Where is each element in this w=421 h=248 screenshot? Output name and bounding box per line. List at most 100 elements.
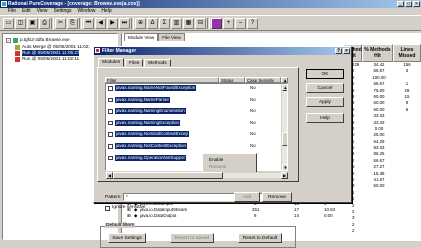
tab-files[interactable]: Files — [125, 59, 144, 67]
filter-list-hscrollbar[interactable]: ◀ ▶ — [105, 172, 288, 179]
help-button[interactable]: Help — [306, 113, 344, 123]
help-icon[interactable]: ? — [247, 17, 258, 29]
dialog-tabs: Modules Files Methods — [98, 58, 172, 67]
filter-case-sensitive: No — [250, 119, 256, 125]
pattern-label: Pattern: — [105, 195, 122, 200]
tab-file-view[interactable]: File View — [158, 33, 185, 41]
revert-to-saved-button[interactable]: Revert to Saved — [170, 233, 214, 243]
dialog-help-icon[interactable]: ? — [335, 48, 342, 54]
filter-enable-checkbox[interactable] — [108, 109, 113, 114]
copy-icon[interactable]: ⎘ — [67, 17, 78, 29]
menu-window[interactable]: Window — [78, 8, 96, 15]
filter-case-sensitive: No — [250, 108, 256, 114]
filter-enable-checkbox[interactable] — [108, 155, 113, 161]
scroll-right-icon[interactable]: ▶ — [281, 172, 288, 179]
filter-row[interactable]: javax.naming.NamingEnumeration No — [106, 108, 281, 115]
menu-item-enable[interactable]: Enable — [203, 156, 256, 163]
merge-icon — [15, 44, 20, 50]
menu-settings[interactable]: Settings — [53, 8, 71, 15]
table-icon[interactable]: ▦ — [183, 17, 194, 29]
menu-help[interactable]: Help — [101, 8, 111, 15]
menu-file[interactable]: File — [8, 8, 16, 15]
save-icon[interactable]: ▣ — [27, 17, 38, 29]
filter-enable-checkbox[interactable] — [108, 97, 113, 103]
grid-column-pct-hit: 34.42 66.67 100.00 66.67 75.00 60.00 60.00 60.0… — [364, 62, 394, 235]
delta-icon[interactable]: Δ — [147, 17, 158, 29]
toolbar: ▭ ◫ ▣ ⎙ ✂ ⎘ ⏮ ◀ ▶ ⏭ ⊕ Δ Σ ▥ ▦ ⊟ + –? — [0, 15, 421, 31]
toolbar-separator — [131, 17, 134, 29]
next-icon[interactable]: ▶ — [107, 17, 118, 29]
tab-modules[interactable]: Modules — [98, 58, 125, 67]
filter-icon[interactable]: ⊟ — [195, 17, 206, 29]
filter-list-scrollbar[interactable]: ▲ ▼ — [281, 84, 287, 170]
run-icon — [15, 50, 20, 56]
cut-icon[interactable]: ✂ — [55, 17, 66, 29]
filter-name: javax.naming.NotContextException — [115, 143, 188, 149]
default-filters-label: Default filters — [105, 223, 135, 228]
zoom-icon[interactable]: ⊕ — [135, 17, 146, 29]
filter-enable-checkbox[interactable] — [108, 120, 113, 126]
menu-edit[interactable]: Edit — [22, 8, 31, 15]
ok-button[interactable]: OK — [306, 69, 344, 79]
tab-methods[interactable]: Methods — [144, 59, 171, 67]
apply-button[interactable]: Apply — [306, 97, 344, 107]
scroll-down-icon[interactable]: ▼ — [282, 164, 287, 170]
table-row[interactable]: ⊞ ◆ java.io.DataOutput 8 14 0.00 — [124, 213, 344, 219]
scroll-left-icon[interactable]: ◀ — [106, 172, 113, 179]
chart-icon[interactable]: ▥ — [171, 17, 182, 29]
maximize-button[interactable]: □ — [405, 1, 412, 7]
cancel-button[interactable]: Cancel — [306, 83, 344, 93]
remove-button[interactable]: Remove — [262, 192, 292, 202]
scroll-up-icon[interactable]: ▲ — [282, 84, 287, 91]
filter-name: javax.naming.NameParser — [115, 96, 171, 103]
last-icon[interactable]: ⏭ — [119, 17, 130, 29]
dialog-window-buttons: ? × — [335, 48, 350, 54]
col-pct-methods-hit[interactable]: % Methods Hit — [362, 44, 393, 62]
scroll-thumb[interactable] — [282, 132, 287, 146]
filter-row[interactable]: javax.naming.NameParser No — [106, 96, 281, 104]
dialog-titlebar[interactable]: Filter Manager ? × — [94, 47, 351, 55]
dialog-close-icon[interactable]: × — [343, 48, 350, 54]
col-lines-missed[interactable]: Lines Missed — [393, 44, 421, 62]
expand-icon[interactable]: ⊞ — [127, 213, 131, 219]
sigma-icon[interactable]: Σ — [159, 17, 170, 29]
reset-to-default-button[interactable]: Reset to Default — [238, 233, 282, 243]
filter-row[interactable]: javax.naming.NotContextException No — [106, 143, 281, 150]
tree-item-run[interactable]: Run @ 05/05/2001 11:02:11 — [15, 56, 79, 62]
filter-row[interactable]: javax.naming.NameNotFoundException No — [106, 85, 281, 92]
row-value: 14 — [294, 213, 299, 218]
grid-cell: 2 — [352, 228, 355, 234]
ignore-sensitive-checkbox[interactable] — [105, 206, 110, 211]
filter-enable-checkbox[interactable] — [108, 132, 113, 137]
class-icon: ◆ — [134, 213, 138, 218]
add-button[interactable]: Add — [234, 192, 260, 202]
open-icon[interactable]: ◫ — [15, 17, 26, 29]
grid-cell — [364, 228, 394, 234]
filter-enable-checkbox[interactable] — [108, 86, 113, 91]
filter-row[interactable]: javax.naming.NamingException No — [106, 119, 281, 127]
first-icon[interactable]: ⏮ — [83, 17, 94, 29]
save-settings-button[interactable]: Save Settings — [108, 233, 146, 243]
tab-module-view[interactable]: Module View — [124, 33, 159, 41]
minimize-button[interactable]: _ — [397, 1, 404, 7]
plus-icon[interactable]: + — [223, 17, 234, 29]
print-icon[interactable]: ⎙ — [39, 17, 50, 29]
new-icon[interactable]: ▭ — [3, 17, 14, 29]
app-titlebar: Rational PureCoverage - [coverage: Brows… — [0, 0, 421, 8]
prev-icon[interactable]: ◀ — [95, 17, 106, 29]
menu-bar: File Edit View Settings Window Help — [0, 8, 421, 15]
row-name: java.io.DataOutput — [140, 213, 177, 218]
menu-view[interactable]: View — [37, 8, 48, 15]
tree-label: p.tgfx2-3dfa Browse.exe — [20, 37, 70, 42]
collapse-icon[interactable]: − — [6, 37, 11, 43]
filter-enable-checkbox[interactable] — [108, 144, 113, 149]
minus-icon[interactable]: – — [235, 17, 246, 29]
row-value: 8 — [254, 213, 257, 218]
color-icon[interactable] — [211, 17, 222, 29]
hscroll-thumb[interactable] — [113, 172, 223, 179]
filter-name: javax.naming.OperationNotSuppor — [115, 154, 187, 161]
filter-row[interactable]: javax.naming.NoInitialContextExcep No — [106, 131, 281, 138]
close-button[interactable]: × — [413, 1, 420, 7]
menu-item-rename: Rename — [209, 164, 227, 169]
tree-root[interactable]: − p.tgfx2-3dfa Browse.exe — [6, 37, 70, 43]
